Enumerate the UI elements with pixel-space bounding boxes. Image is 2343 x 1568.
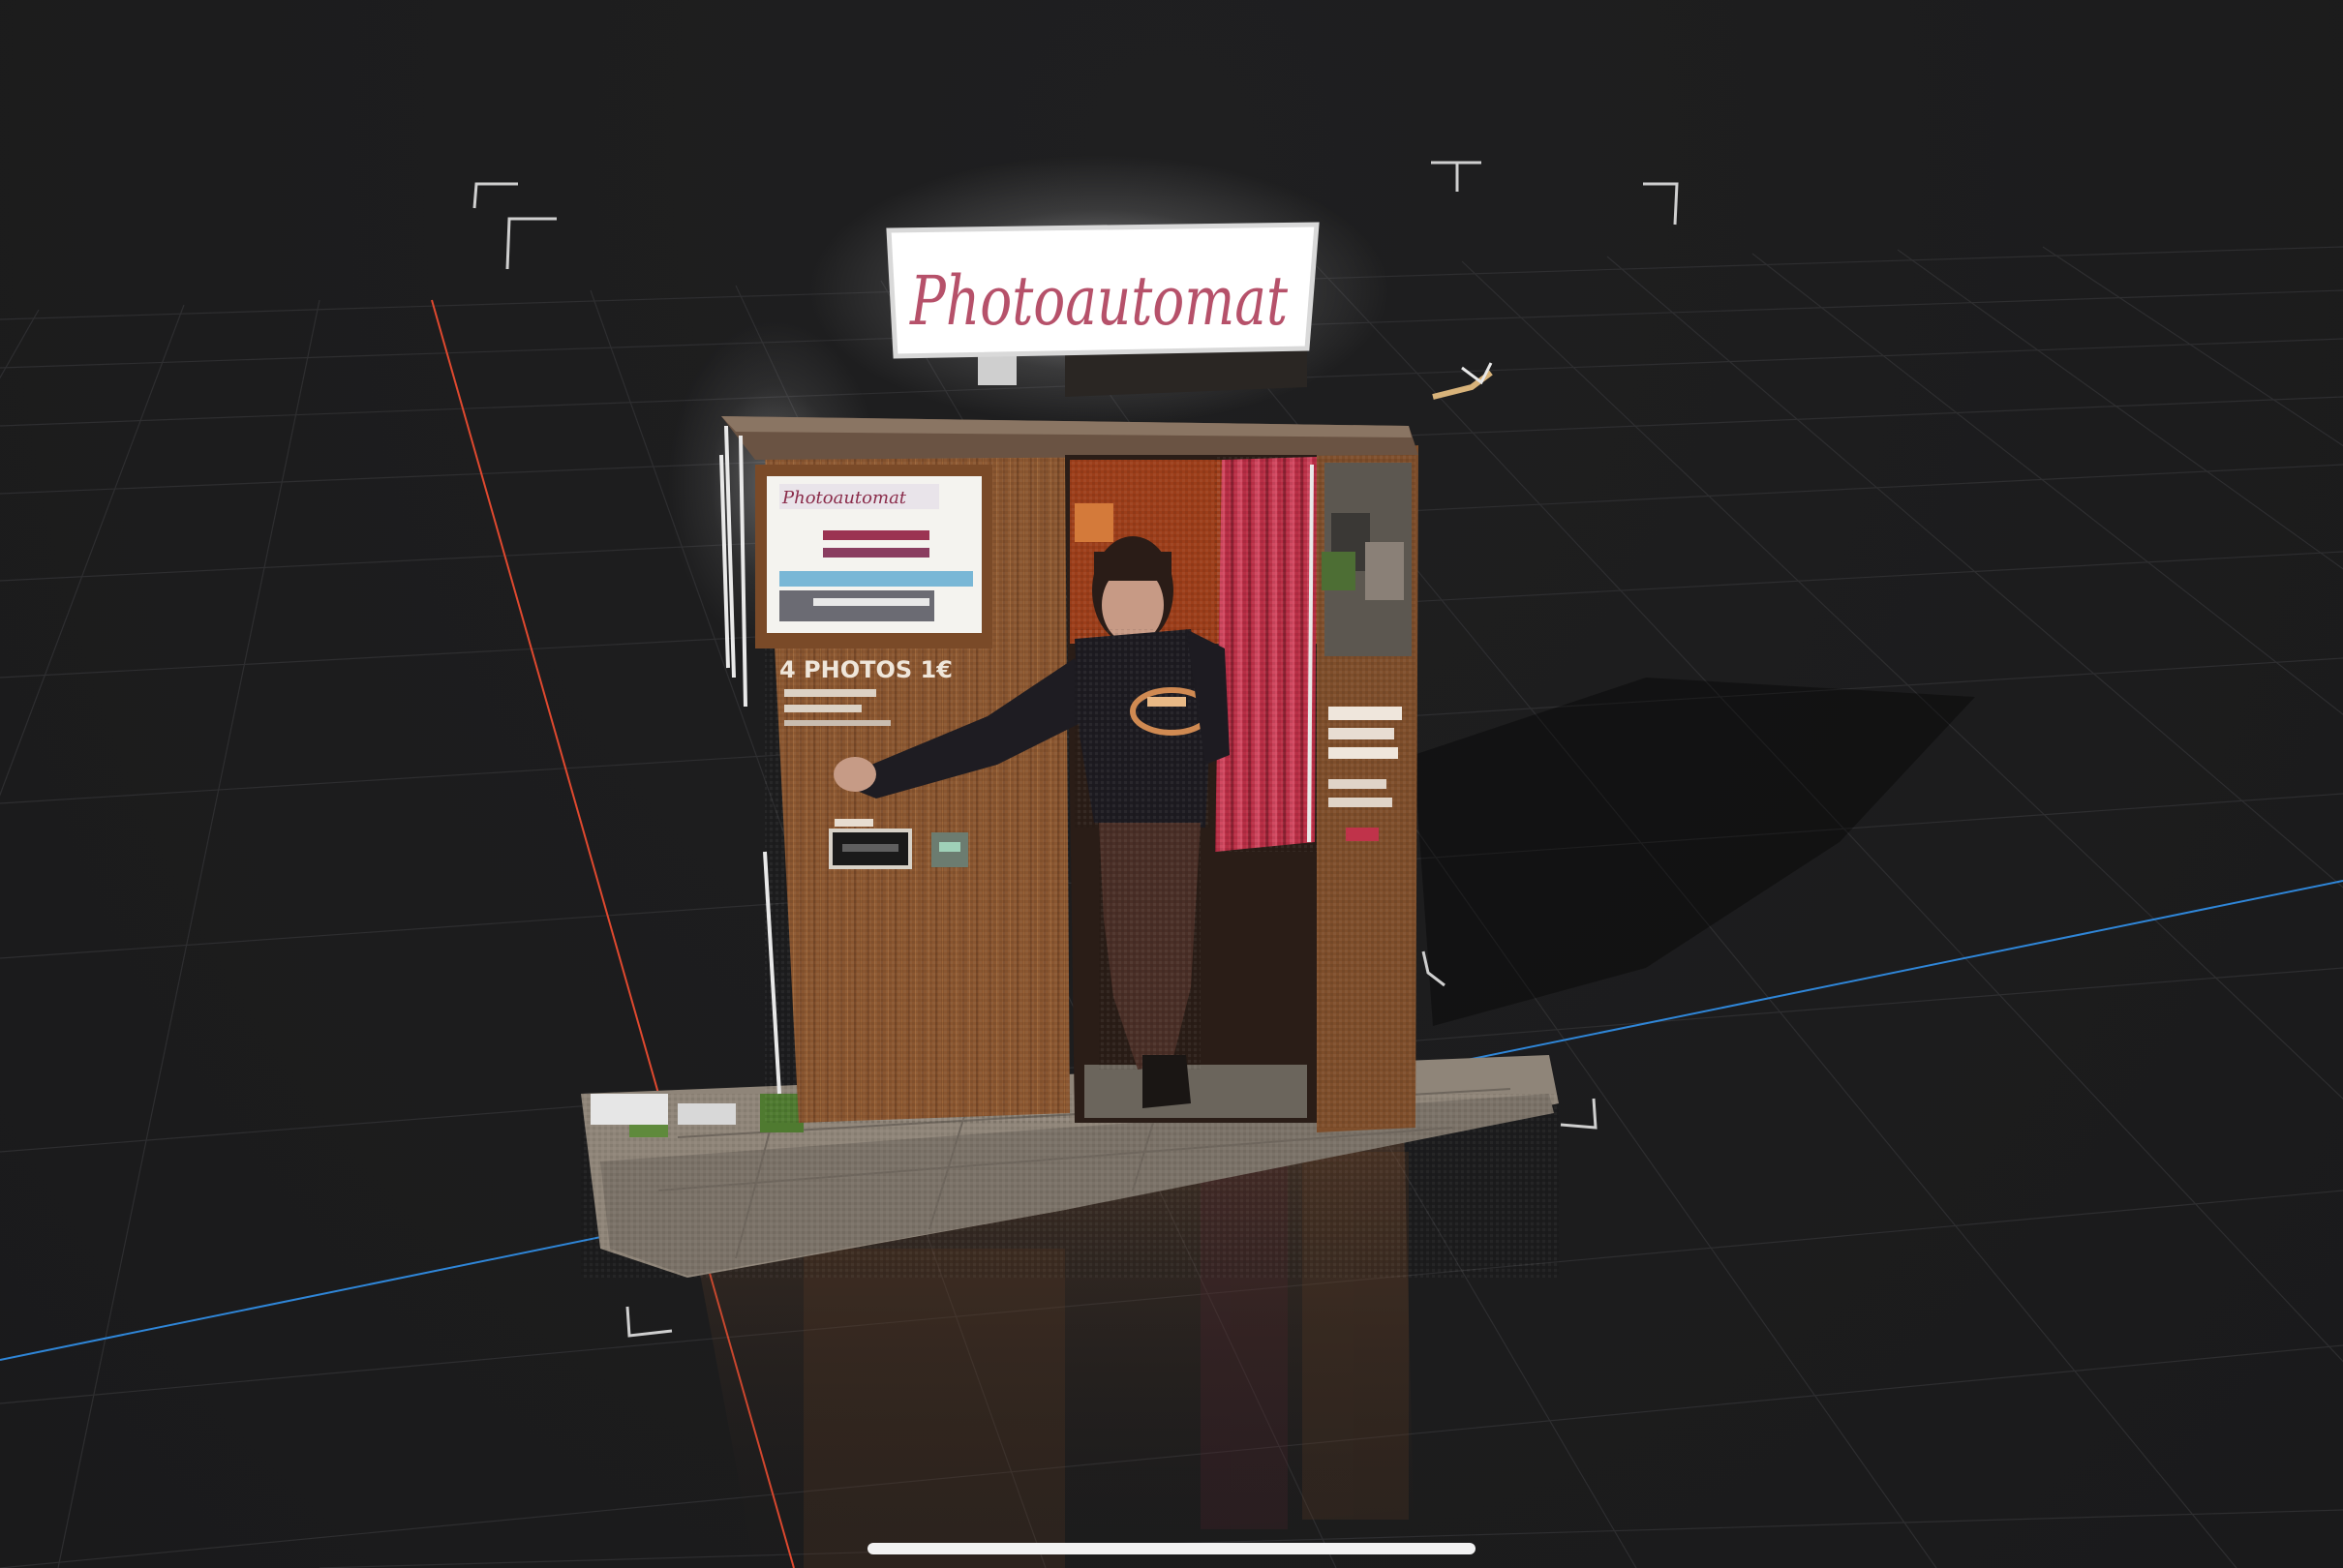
antenna-artifact: [1432, 370, 1493, 400]
booth-panel-text: 4 PHOTOS 1€: [779, 656, 953, 683]
sign-text: Photoautomat: [908, 261, 1288, 341]
bbox-corner-bottom-right: [1560, 1098, 1598, 1130]
3d-viewport[interactable]: Photoautomat 4 PHOTOS 1€ Photoautomat: [0, 0, 2343, 1568]
bbox-corner-top-right: [1643, 182, 1679, 226]
bbox-corner-bottom-left: [625, 1306, 673, 1338]
photoautomat-sign: Photoautomat: [886, 222, 1320, 359]
bbox-corner-top-center: [1431, 161, 1481, 192]
home-indicator-bar[interactable]: [867, 1543, 1476, 1554]
scene-canvas[interactable]: Photoautomat 4 PHOTOS 1€ Photoautomat: [0, 0, 2343, 1568]
booth-poster: Photoautomat: [755, 465, 992, 648]
sign-post: [978, 356, 1017, 385]
bbox-corner-top-left-inner: [505, 217, 557, 270]
poster-title: Photoautomat: [781, 488, 907, 508]
bbox-corner-top-left-outer: [472, 182, 518, 209]
